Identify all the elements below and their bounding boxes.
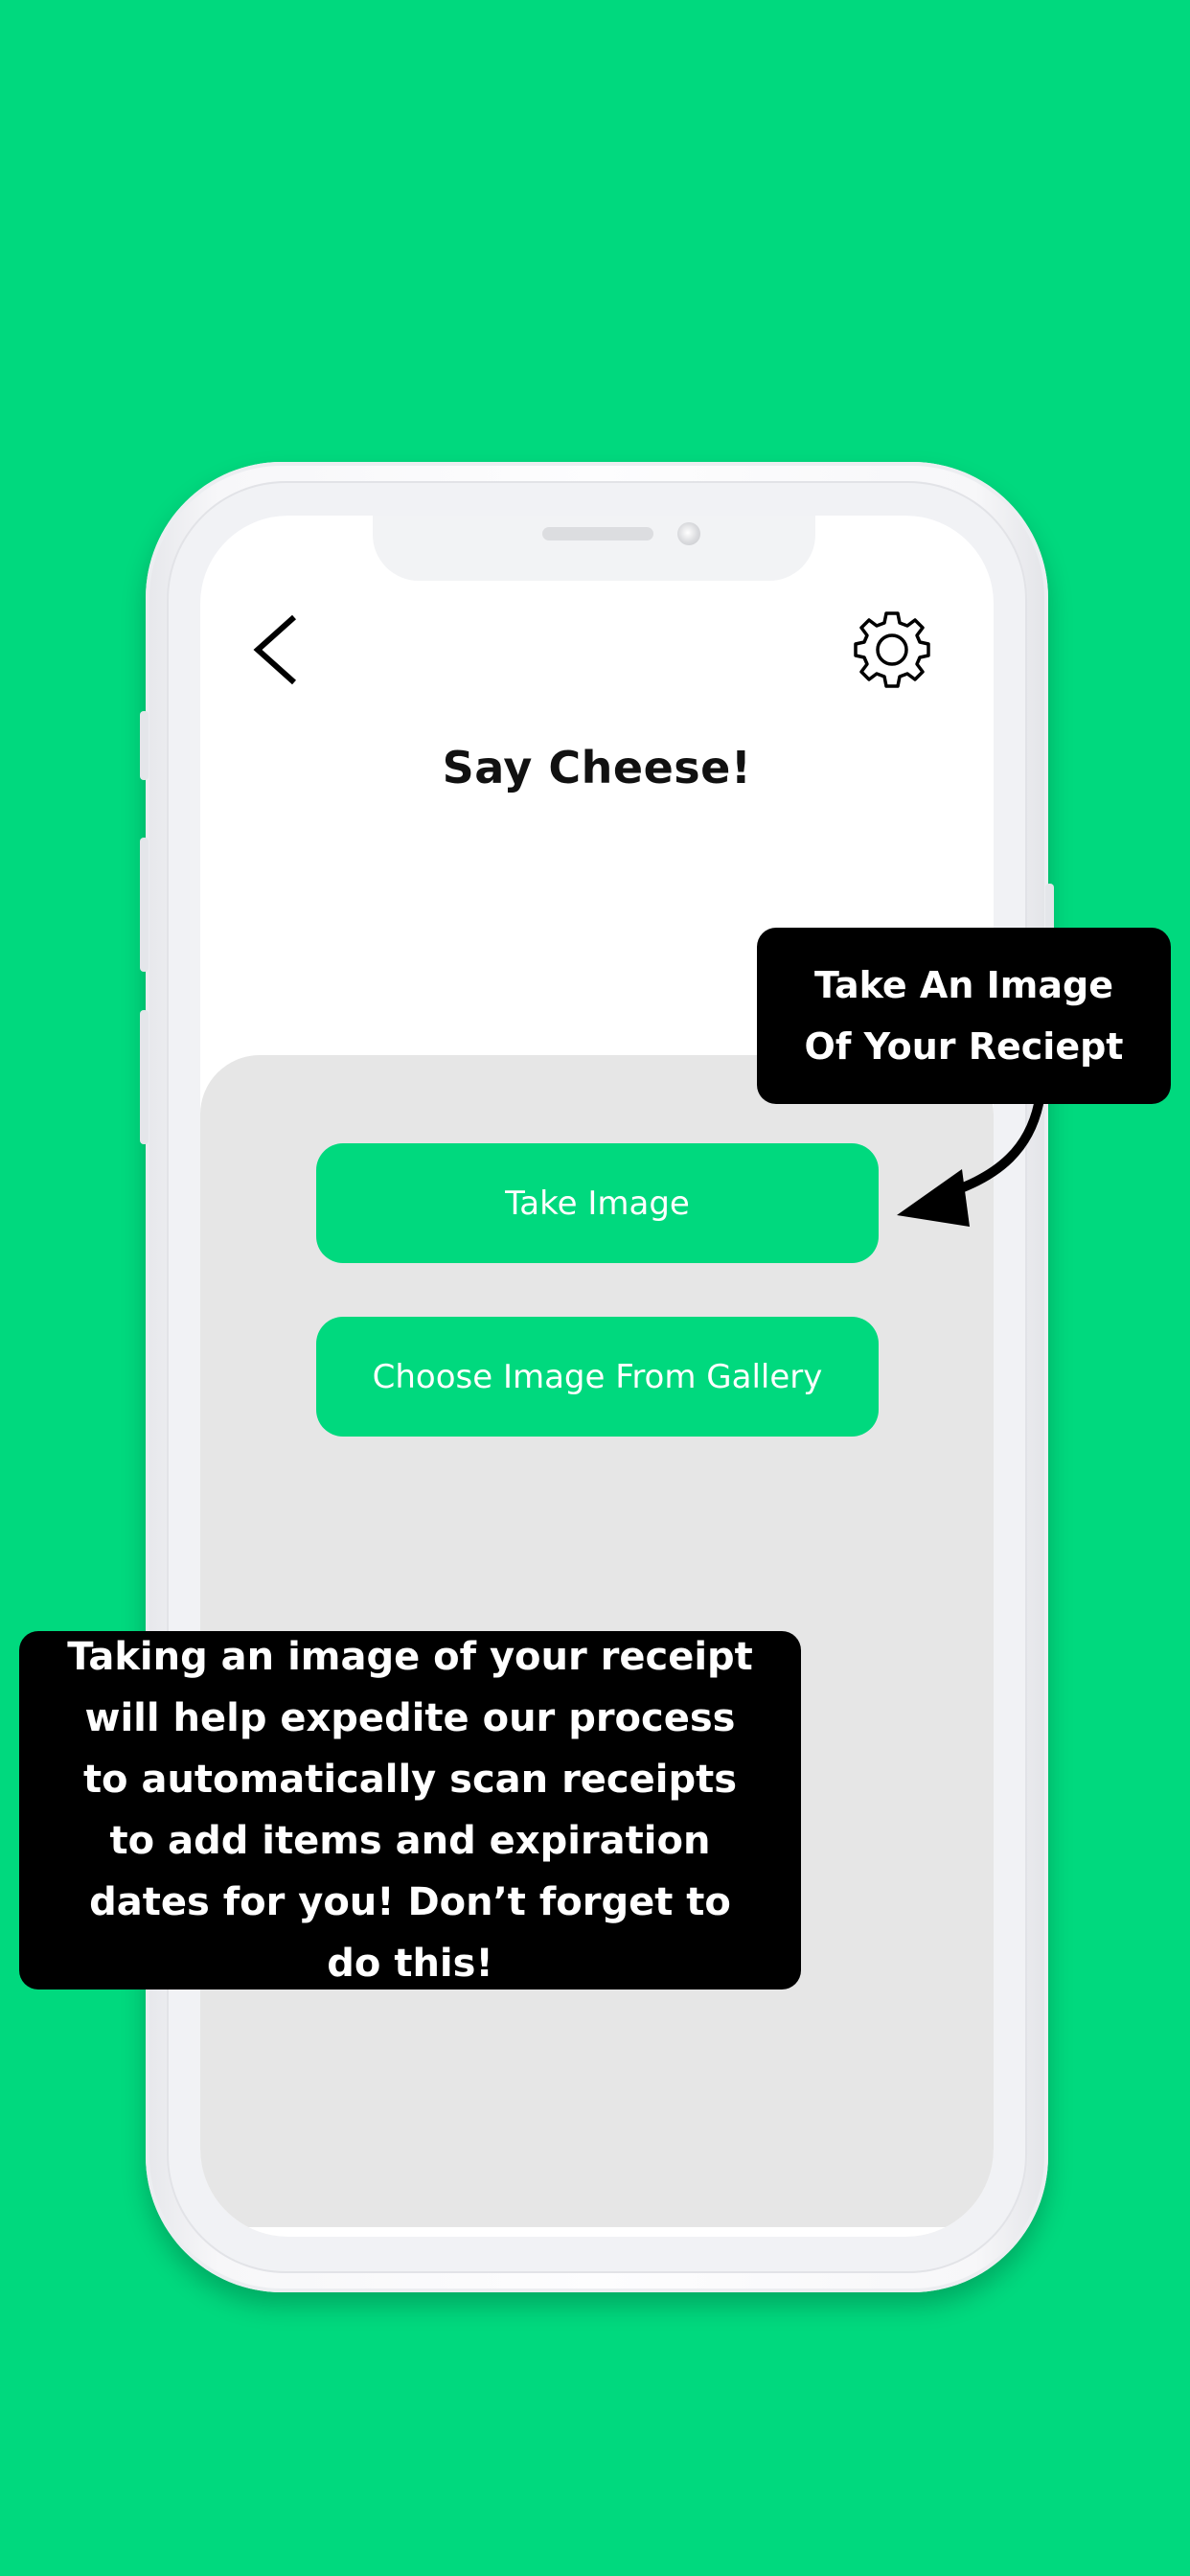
front-camera: [677, 522, 700, 545]
receipt-info-callout-text: Taking an image of your receipt will hel…: [67, 1635, 753, 1986]
take-image-callout-text: Take An Image Of Your Reciept: [804, 964, 1124, 1068]
mute-switch: [140, 711, 149, 780]
page-title: Say Cheese!: [442, 742, 752, 794]
gear-icon: [854, 611, 930, 688]
take-image-button[interactable]: Take Image: [316, 1143, 879, 1263]
phone-frame: Say Cheese! Take Image Choose Image From…: [140, 462, 1054, 2292]
phone-notch: [373, 516, 815, 581]
settings-button[interactable]: [852, 610, 932, 690]
choose-from-gallery-button[interactable]: Choose Image From Gallery: [316, 1317, 879, 1437]
volume-up-button: [140, 838, 149, 972]
chevron-left-icon: [253, 614, 297, 685]
volume-down-button: [140, 1010, 149, 1144]
callout-arrow-icon: [897, 1100, 1043, 1227]
speaker-grille: [542, 527, 653, 540]
screen-bottom-edge: [200, 2227, 994, 2237]
take-image-callout: Take An Image Of Your Reciept: [757, 928, 1171, 1104]
back-button[interactable]: [246, 610, 313, 690]
receipt-info-callout: Taking an image of your receipt will hel…: [19, 1631, 801, 1990]
